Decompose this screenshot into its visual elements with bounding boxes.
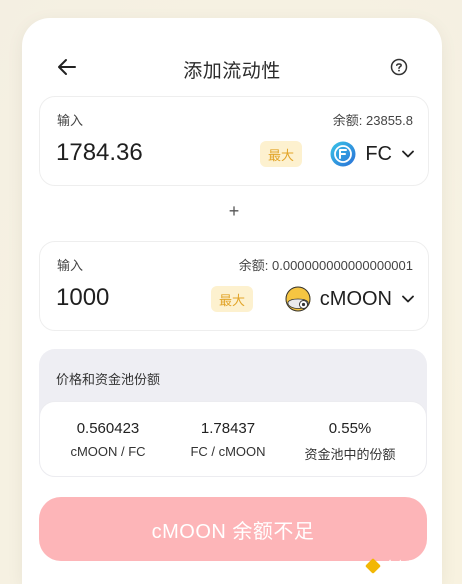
token-selector-fc[interactable]: FC (330, 139, 414, 169)
watermark: 金色财经 (365, 557, 433, 574)
balance-text: 余额: 23855.8 (332, 113, 413, 128)
token-input-cmoon: 输入 余额: 0.000000000000000001 最大 cMOON (39, 241, 429, 331)
pool-share: 0.55% 资金池中的份额 (290, 420, 410, 463)
price-fc-per-cmoon: 1.78437 FC / cMOON (168, 420, 288, 459)
fc-token-icon (330, 141, 356, 167)
max-button[interactable]: 最大 (211, 286, 254, 312)
help-button[interactable] (388, 56, 410, 78)
price-cmoon-per-fc: 0.560423 cMOON / FC (58, 420, 158, 459)
watermark-text: 金色财经 (384, 559, 433, 573)
token-symbol: FC (365, 142, 392, 165)
add-liquidity-card: 添加流动性 输入 余额: 23855.8 最大 (22, 18, 442, 584)
pool-panel-title: 价格和资金池份额 (56, 372, 161, 387)
question-circle-icon (390, 58, 408, 76)
max-button[interactable]: 最大 (260, 141, 303, 167)
cmoon-token-icon (285, 286, 311, 312)
stat-value: 0.55% (328, 420, 372, 437)
stat-label: 资金池中的份额 (304, 447, 396, 462)
token-symbol: cMOON (319, 287, 392, 310)
stat-value: 1.78437 (200, 420, 256, 437)
pool-stats: 0.560423 cMOON / FC 1.78437 FC / cMOON 0… (39, 401, 427, 477)
header: 添加流动性 (22, 54, 442, 84)
page-title: 添加流动性 (183, 61, 281, 82)
watermark-logo-icon (365, 557, 381, 574)
token-input-fc: 输入 余额: 23855.8 最大 FC (39, 96, 429, 186)
input-label: 输入 (57, 113, 84, 128)
token-selector-cmoon[interactable]: cMOON (285, 284, 414, 314)
chevron-down-icon (402, 150, 414, 158)
submit-button[interactable]: cMOON 余额不足 (39, 497, 427, 561)
chevron-down-icon (402, 295, 414, 303)
stat-label: cMOON / FC (70, 444, 146, 459)
stat-label: FC / cMOON (190, 444, 266, 459)
stat-value: 0.560423 (76, 420, 140, 437)
plus-icon: + (228, 201, 240, 221)
amount-input[interactable] (56, 139, 216, 167)
amount-input[interactable] (56, 284, 216, 312)
balance-text: 余额: 0.000000000000000001 (238, 258, 413, 273)
input-label: 输入 (57, 258, 84, 273)
price-pool-share-panel: 价格和资金池份额 0.560423 cMOON / FC 1.78437 FC … (39, 349, 427, 477)
